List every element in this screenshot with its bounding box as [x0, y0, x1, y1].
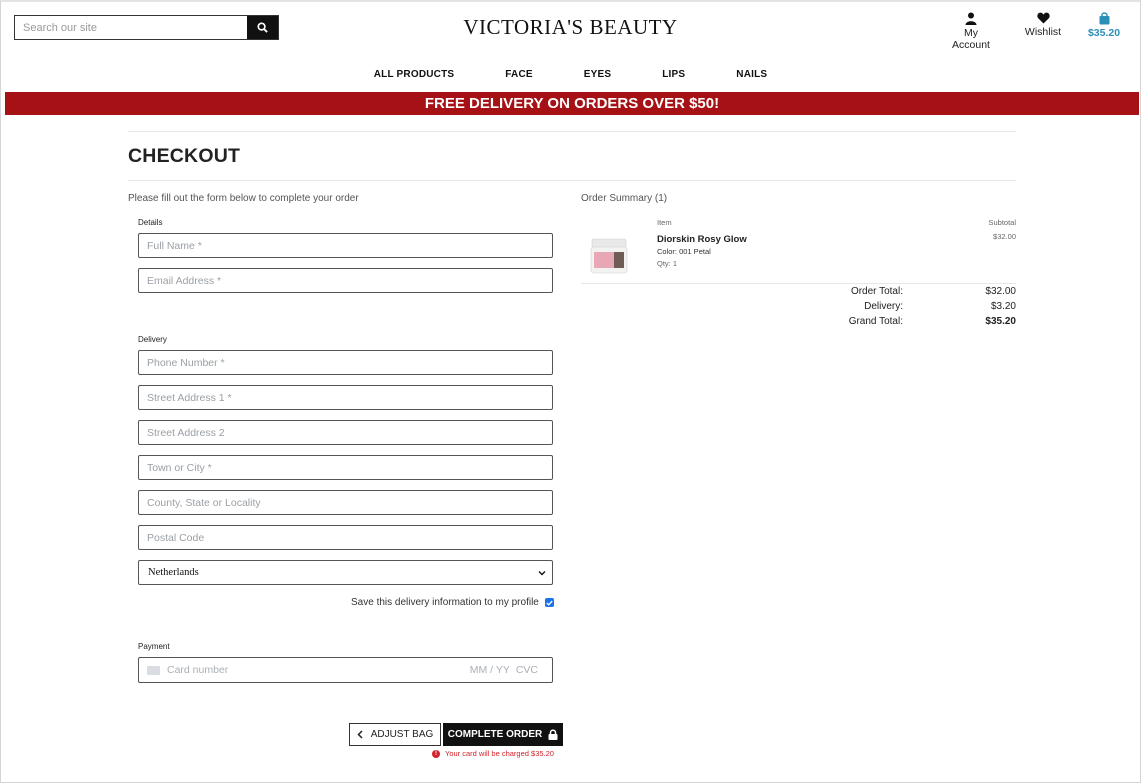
- full-name-input[interactable]: [139, 234, 552, 257]
- street2-input[interactable]: [139, 421, 552, 444]
- nav-nails[interactable]: NAILS: [736, 69, 767, 80]
- order-total-value: $32.00: [985, 286, 1016, 297]
- error-icon: !: [432, 749, 440, 758]
- shopping-bag-icon: [1099, 12, 1109, 25]
- nav-lips[interactable]: LIPS: [662, 69, 685, 80]
- nav-eyes[interactable]: EYES: [584, 69, 611, 80]
- card-icon: [147, 665, 160, 675]
- item-column-header: Item: [657, 218, 672, 227]
- charge-notice-text: Your card will be charged $35.20: [445, 749, 554, 758]
- divider: [128, 131, 1016, 132]
- postcode-input[interactable]: [139, 526, 552, 549]
- product-name[interactable]: Diorskin Rosy Glow: [657, 234, 747, 245]
- delivery-value: $3.20: [990, 301, 1016, 312]
- order-summary-heading: Order Summary (1): [581, 193, 668, 204]
- nav-all-products[interactable]: ALL PRODUCTS: [374, 69, 455, 80]
- product-subtotal: $32.00: [993, 232, 1016, 241]
- country-selected: Netherlands: [148, 567, 199, 578]
- my-account-link[interactable]: My Account: [944, 12, 998, 51]
- card-expiry-placeholder: MM / YY: [469, 664, 510, 676]
- details-label: Details: [138, 218, 163, 227]
- bag-total: $35.20: [1087, 27, 1121, 39]
- divider: [128, 180, 1016, 181]
- street2-field: [138, 420, 553, 445]
- card-number-placeholder: Card number: [167, 664, 229, 676]
- user-icon: [965, 12, 977, 25]
- grand-total-label: Grand Total:: [848, 316, 903, 327]
- shopping-bag-link[interactable]: $35.20: [1084, 12, 1124, 39]
- county-input[interactable]: [139, 491, 552, 514]
- charge-notice: ! Your card will be charged $35.20: [432, 749, 554, 758]
- form-intro: Please fill out the form below to comple…: [128, 193, 359, 204]
- street1-input[interactable]: [139, 386, 552, 409]
- county-field: [138, 490, 553, 515]
- complete-order-label: COMPLETE ORDER: [447, 729, 543, 740]
- delivery-label: Delivery:: [864, 301, 903, 312]
- email-input[interactable]: [139, 269, 552, 292]
- wishlist-label: Wishlist: [1024, 26, 1062, 38]
- card-cvc-placeholder: CVC: [515, 664, 538, 676]
- nav-face[interactable]: FACE: [505, 69, 532, 80]
- heart-icon: [1036, 12, 1050, 24]
- main-nav: ALL PRODUCTS FACE EYES LIPS NAILS: [0, 69, 1141, 80]
- country-select[interactable]: Netherlands: [138, 560, 553, 585]
- divider: [581, 283, 1016, 284]
- chevron-left-icon: [357, 730, 363, 739]
- payment-label: Payment: [138, 642, 170, 651]
- save-info-row: Save this delivery information to my pro…: [351, 597, 554, 608]
- check-icon: [546, 600, 553, 606]
- delivery-label: Delivery: [138, 335, 167, 344]
- city-field: [138, 455, 553, 480]
- adjust-bag-button[interactable]: ADJUST BAG: [349, 723, 441, 746]
- save-info-checkbox[interactable]: [544, 598, 554, 607]
- product-thumbnail: [590, 238, 628, 274]
- order-total-label: Order Total:: [850, 286, 903, 297]
- subtotal-column-header: Subtotal: [988, 218, 1016, 227]
- email-field: [138, 268, 553, 293]
- street1-field: [138, 385, 553, 410]
- product-color: Color: 001 Petal: [657, 247, 711, 256]
- phone-input[interactable]: [139, 351, 552, 374]
- promo-banner: FREE DELIVERY ON ORDERS OVER $50!: [5, 92, 1139, 115]
- card-element[interactable]: Card number MM / YY CVC: [138, 657, 553, 683]
- grand-total-value: $35.20: [985, 316, 1016, 327]
- postcode-field: [138, 525, 553, 550]
- product-qty: Qty: 1: [657, 259, 678, 268]
- adjust-bag-label: ADJUST BAG: [370, 729, 434, 740]
- city-input[interactable]: [139, 456, 552, 479]
- phone-field: [138, 350, 553, 375]
- wishlist-link[interactable]: Wishlist: [1023, 12, 1063, 38]
- lock-icon: [548, 729, 558, 740]
- page-title: CHECKOUT: [128, 145, 241, 167]
- my-account-label: My Account: [952, 27, 990, 51]
- full-name-field: [138, 233, 553, 258]
- chevron-down-icon: [538, 570, 546, 575]
- save-info-label: Save this delivery information to my pro…: [351, 597, 539, 608]
- complete-order-button[interactable]: COMPLETE ORDER: [443, 723, 563, 746]
